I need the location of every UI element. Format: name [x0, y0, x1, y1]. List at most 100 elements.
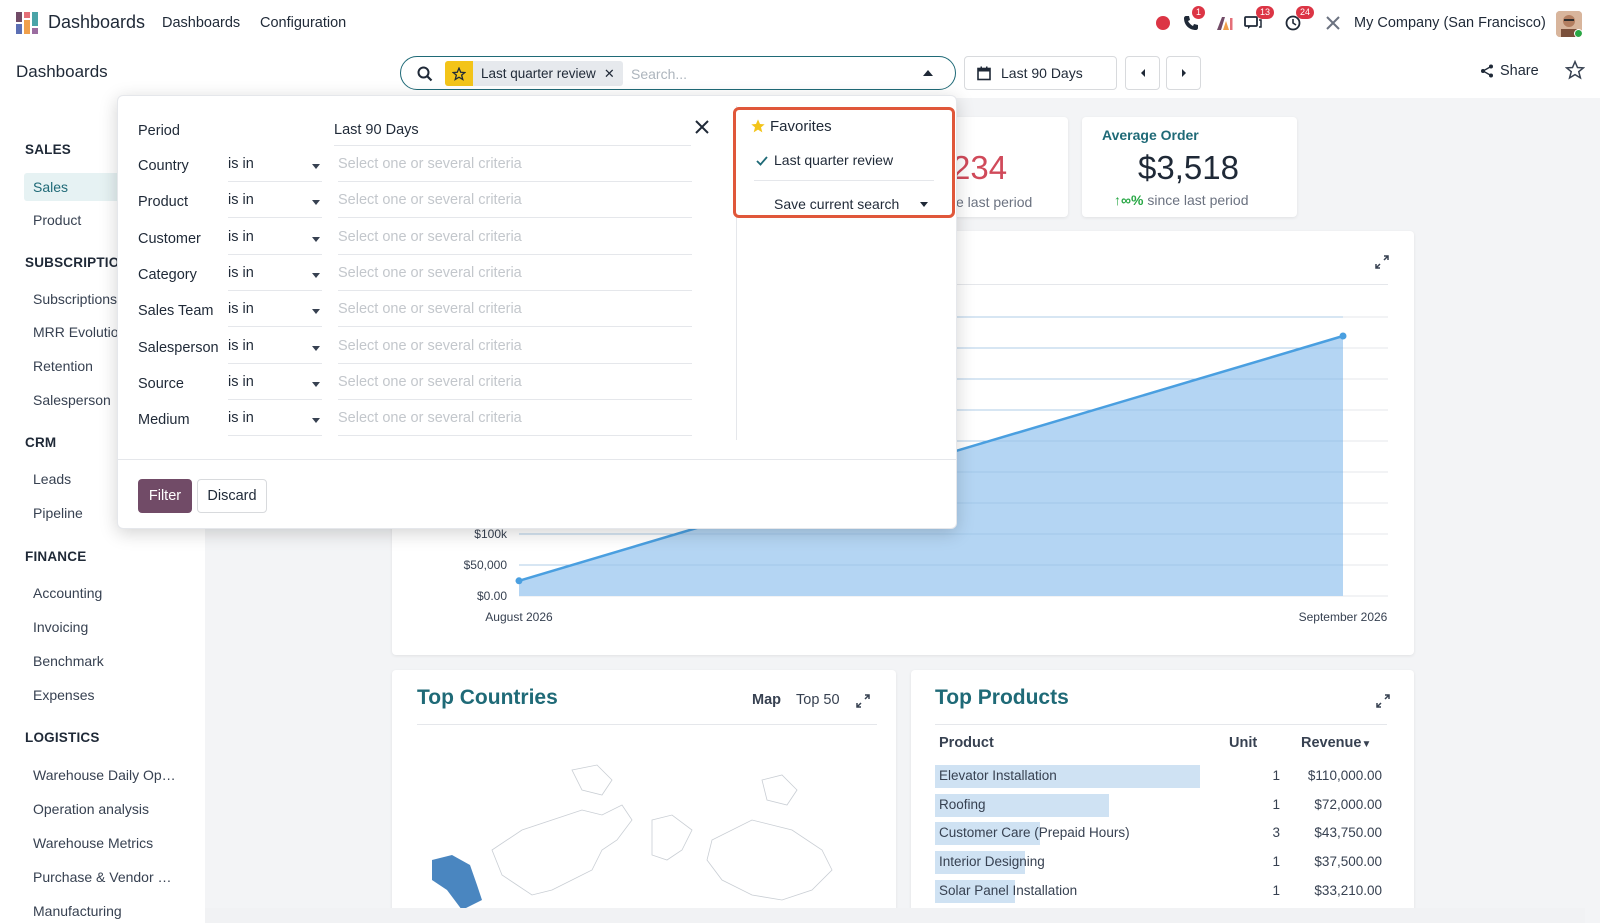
favorite-last-quarter-review[interactable]: Last quarter review: [774, 152, 893, 168]
top-navbar: Dashboards Dashboards Configuration 1 13…: [0, 0, 1600, 46]
control-panel: Dashboards Last quarter review ✕ Last 90…: [0, 46, 1600, 98]
sidebar-item-manufacturing[interactable]: Manufacturing: [24, 897, 194, 923]
filter-value-sales-team[interactable]: Select one or several criteria: [338, 301, 692, 328]
favorite-star-icon[interactable]: [1565, 60, 1585, 80]
search-input[interactable]: [631, 63, 911, 85]
y-tick-label: $100k: [474, 527, 508, 541]
sidebar-item-purchase-vendor[interactable]: Purchase & Vendor …: [24, 863, 194, 891]
date-range-button[interactable]: Last 90 Days: [964, 56, 1117, 90]
sidebar-item-operation-analysis[interactable]: Operation analysis: [24, 795, 194, 823]
expand-icon[interactable]: [1376, 694, 1390, 708]
filter-operator-salesperson[interactable]: is in: [228, 338, 322, 364]
next-period-button[interactable]: [1166, 56, 1201, 90]
previous-period-button[interactable]: [1125, 56, 1160, 90]
filter-value-category[interactable]: Select one or several criteria: [338, 265, 692, 291]
operator-label: is in: [228, 301, 254, 318]
column-unit[interactable]: Unit: [1229, 735, 1257, 751]
filter-value-product[interactable]: Select one or several criteria: [338, 192, 692, 219]
product-revenue: $72,000.00: [1314, 796, 1382, 812]
filter-label-customer: Customer: [138, 230, 201, 247]
filter-value-medium[interactable]: Select one or several criteria: [338, 410, 692, 437]
kpi-change-label: since last period: [1147, 192, 1249, 208]
data-point[interactable]: [515, 577, 523, 585]
menu-configuration[interactable]: Configuration: [260, 15, 346, 31]
phone-icon[interactable]: 1: [1180, 6, 1206, 34]
period-value[interactable]: Last 90 Days: [334, 122, 691, 146]
caret-down-icon: [312, 200, 320, 206]
caret-down-icon: [312, 309, 320, 315]
product-revenue: $33,210.00: [1314, 882, 1382, 898]
kpi-partial-sub: e last period: [956, 194, 1033, 210]
sidebar-item-invoicing[interactable]: Invoicing: [24, 613, 194, 641]
dashboards-app-icon[interactable]: [16, 12, 38, 34]
sidebar-item-warehouse-daily-ops[interactable]: Warehouse Daily Op…: [24, 761, 194, 789]
table-row[interactable]: Elevator Installation 1 $110,000.00: [935, 763, 1385, 789]
user-avatar[interactable]: [1556, 11, 1582, 37]
section-finance: FINANCE: [25, 549, 87, 564]
filter-label-medium: Medium: [138, 412, 190, 429]
filter-operator-category[interactable]: is in: [228, 265, 322, 291]
ai-icon[interactable]: [1214, 12, 1236, 34]
table-row[interactable]: Solar Panel Installation 1 $33,210.00: [935, 878, 1385, 904]
sidebar-item-benchmark[interactable]: Benchmark: [24, 647, 194, 675]
x-tick-label: September 2026: [1299, 610, 1388, 624]
search-facet[interactable]: Last quarter review ✕: [445, 61, 623, 86]
save-current-search[interactable]: Save current search: [774, 196, 899, 212]
world-map: [432, 764, 833, 923]
table-row[interactable]: Interior Designing 1 $37,500.00: [935, 849, 1385, 875]
filter-button[interactable]: Filter: [138, 479, 192, 513]
remove-facet-icon[interactable]: ✕: [604, 66, 623, 82]
column-revenue[interactable]: Revenue▼: [1301, 735, 1371, 751]
filter-operator-customer[interactable]: is in: [228, 229, 322, 255]
filter-value-country[interactable]: Select one or several criteria: [338, 156, 692, 182]
popover-footer-divider: [118, 459, 956, 460]
close-icon[interactable]: [693, 118, 711, 136]
filter-operator-product[interactable]: is in: [228, 192, 322, 219]
filter-operator-country[interactable]: is in: [228, 156, 322, 182]
search-icon[interactable]: [417, 66, 433, 82]
filter-label-sales-team: Sales Team: [138, 303, 214, 320]
sidebar-item-expenses[interactable]: Expenses: [24, 681, 194, 709]
phone-badge: 1: [1192, 6, 1206, 19]
filter-value-source[interactable]: Select one or several criteria: [338, 374, 692, 400]
filter-value-customer[interactable]: Select one or several criteria: [338, 229, 692, 255]
filter-label-source: Source: [138, 375, 184, 392]
top-products-card: Top Products Product Unit Revenue▼ Eleva…: [911, 670, 1414, 923]
data-point[interactable]: [1339, 332, 1347, 340]
filter-operator-source[interactable]: is in: [228, 374, 322, 400]
breadcrumb[interactable]: Dashboards: [16, 62, 108, 82]
sort-desc-icon: ▼: [1361, 739, 1372, 750]
company-switcher[interactable]: My Company (San Francisco): [1354, 15, 1546, 31]
filter-label-country: Country: [138, 158, 189, 174]
sidebar-item-accounting[interactable]: Accounting: [24, 579, 194, 607]
app-name[interactable]: Dashboards: [48, 12, 145, 33]
caret-down-icon: [312, 236, 320, 242]
search-bar[interactable]: Last quarter review ✕: [400, 56, 956, 90]
top-50-toggle[interactable]: Top 50: [796, 692, 840, 708]
filter-operator-sales-team[interactable]: is in: [228, 301, 322, 328]
filter-value-salesperson[interactable]: Select one or several criteria: [338, 338, 692, 364]
sidebar-item-sales[interactable]: Sales: [24, 173, 124, 201]
map-toggle[interactable]: Map: [752, 692, 781, 708]
table-row[interactable]: Customer Care (Prepaid Hours) 3 $43,750.00: [935, 820, 1385, 846]
discard-button[interactable]: Discard: [197, 479, 267, 513]
product-name: Interior Designing: [939, 854, 1045, 870]
column-product[interactable]: Product: [939, 735, 994, 751]
save-search-caret-icon[interactable]: [920, 202, 928, 207]
recording-icon[interactable]: [1152, 12, 1174, 34]
menu-dashboards[interactable]: Dashboards: [162, 15, 240, 31]
filter-operator-medium[interactable]: is in: [228, 410, 322, 437]
share-button[interactable]: Share: [1480, 63, 1539, 79]
horizontal-scrollbar[interactable]: [205, 908, 1585, 923]
check-icon: [756, 156, 768, 166]
section-logistics: LOGISTICS: [25, 730, 100, 745]
sidebar-item-warehouse-metrics[interactable]: Warehouse Metrics: [24, 829, 194, 857]
clock-icon[interactable]: 24: [1282, 6, 1315, 34]
table-row[interactable]: Roofing 1 $72,000.00: [935, 792, 1385, 818]
tools-icon[interactable]: [1322, 12, 1344, 34]
chat-icon[interactable]: 13: [1242, 6, 1275, 34]
operator-label: is in: [228, 410, 254, 427]
search-dropdown-toggle-icon[interactable]: [923, 70, 933, 76]
star-icon: [751, 119, 765, 133]
expand-icon[interactable]: [856, 694, 870, 708]
